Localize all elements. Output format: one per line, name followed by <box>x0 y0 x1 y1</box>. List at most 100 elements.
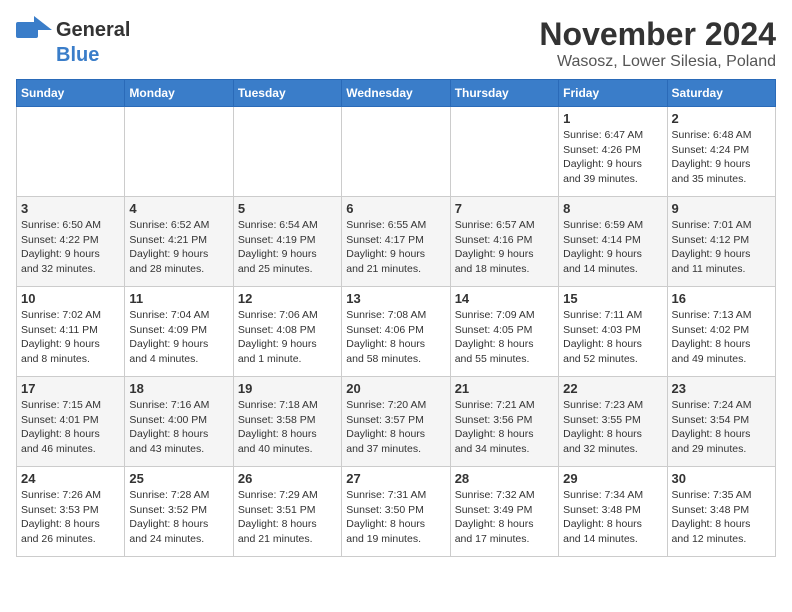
weekday-header-thursday: Thursday <box>450 80 558 107</box>
calendar-body: 1 Sunrise: 6:47 AM Sunset: 4:26 PM Daylig… <box>17 107 776 557</box>
weekday-header-sunday: Sunday <box>17 80 125 107</box>
weekday-header-wednesday: Wednesday <box>342 80 450 107</box>
calendar-cell <box>17 107 125 197</box>
day-info: Sunrise: 7:23 AM Sunset: 3:55 PM Dayligh… <box>563 398 662 457</box>
calendar-cell: 21Sunrise: 7:21 AM Sunset: 3:56 PM Dayli… <box>450 377 558 467</box>
day-number: 10 <box>21 291 120 306</box>
day-info: Sunrise: 6:52 AM Sunset: 4:21 PM Dayligh… <box>129 218 228 277</box>
day-info: Sunrise: 7:11 AM Sunset: 4:03 PM Dayligh… <box>563 308 662 367</box>
day-number: 7 <box>455 201 554 216</box>
day-info: Sunrise: 7:09 AM Sunset: 4:05 PM Dayligh… <box>455 308 554 367</box>
title-area: November 2024 Wasosz, Lower Silesia, Pol… <box>539 16 776 71</box>
calendar-cell: 3Sunrise: 6:50 AM Sunset: 4:22 PM Daylig… <box>17 197 125 287</box>
day-number: 2 <box>672 111 771 126</box>
month-title: November 2024 <box>539 16 776 53</box>
day-info: Sunrise: 7:20 AM Sunset: 3:57 PM Dayligh… <box>346 398 445 457</box>
calendar-cell <box>342 107 450 197</box>
day-info: Sunrise: 6:48 AM Sunset: 4:24 PM Dayligh… <box>672 128 771 187</box>
day-number: 6 <box>346 201 445 216</box>
calendar-cell: 29 Sunrise: 7:34 AM Sunset: 3:48 PM Dayli… <box>559 467 667 557</box>
day-info: Sunrise: 7:29 AM Sunset: 3:51 PM Dayligh… <box>238 488 337 547</box>
calendar-cell: 2 Sunrise: 6:48 AM Sunset: 4:24 PM Daylig… <box>667 107 775 197</box>
day-number: 27 <box>346 471 445 486</box>
calendar-cell <box>233 107 341 197</box>
day-info: Sunrise: 7:04 AM Sunset: 4:09 PM Dayligh… <box>129 308 228 367</box>
header: General Blue November 2024 Wasosz, Lower… <box>16 16 776 71</box>
day-number: 20 <box>346 381 445 396</box>
weekday-header-saturday: Saturday <box>667 80 775 107</box>
day-info: Sunrise: 7:06 AM Sunset: 4:08 PM Dayligh… <box>238 308 337 367</box>
day-info: Sunrise: 7:18 AM Sunset: 3:58 PM Dayligh… <box>238 398 337 457</box>
calendar-cell: 30Sunrise: 7:35 AM Sunset: 3:48 PM Dayli… <box>667 467 775 557</box>
calendar-cell: 27 Sunrise: 7:31 AM Sunset: 3:50 PM Dayli… <box>342 467 450 557</box>
day-info: Sunrise: 7:02 AM Sunset: 4:11 PM Dayligh… <box>21 308 120 367</box>
day-number: 30 <box>672 471 771 486</box>
weekday-header-monday: Monday <box>125 80 233 107</box>
calendar-cell: 6 Sunrise: 6:55 AM Sunset: 4:17 PM Daylig… <box>342 197 450 287</box>
day-info: Sunrise: 7:24 AM Sunset: 3:54 PM Dayligh… <box>672 398 771 457</box>
logo-blue: Blue <box>56 44 99 67</box>
day-number: 4 <box>129 201 228 216</box>
calendar-cell: 24Sunrise: 7:26 AM Sunset: 3:53 PM Dayli… <box>17 467 125 557</box>
logo-icon <box>16 16 52 44</box>
day-number: 26 <box>238 471 337 486</box>
calendar-cell: 1 Sunrise: 6:47 AM Sunset: 4:26 PM Daylig… <box>559 107 667 197</box>
day-info: Sunrise: 7:21 AM Sunset: 3:56 PM Dayligh… <box>455 398 554 457</box>
calendar-cell: 4 Sunrise: 6:52 AM Sunset: 4:21 PM Daylig… <box>125 197 233 287</box>
day-info: Sunrise: 6:59 AM Sunset: 4:14 PM Dayligh… <box>563 218 662 277</box>
calendar-cell: 5 Sunrise: 6:54 AM Sunset: 4:19 PM Daylig… <box>233 197 341 287</box>
calendar-week-0: 1 Sunrise: 6:47 AM Sunset: 4:26 PM Daylig… <box>17 107 776 197</box>
day-info: Sunrise: 7:15 AM Sunset: 4:01 PM Dayligh… <box>21 398 120 457</box>
day-info: Sunrise: 7:08 AM Sunset: 4:06 PM Dayligh… <box>346 308 445 367</box>
day-info: Sunrise: 7:34 AM Sunset: 3:48 PM Dayligh… <box>563 488 662 547</box>
day-number: 11 <box>129 291 228 306</box>
calendar-cell: 14 Sunrise: 7:09 AM Sunset: 4:05 PM Dayli… <box>450 287 558 377</box>
logo-general: General <box>56 19 130 42</box>
calendar-cell <box>450 107 558 197</box>
weekday-header-friday: Friday <box>559 80 667 107</box>
calendar-week-2: 10 Sunrise: 7:02 AM Sunset: 4:11 PM Dayli… <box>17 287 776 377</box>
calendar-week-4: 24Sunrise: 7:26 AM Sunset: 3:53 PM Dayli… <box>17 467 776 557</box>
day-info: Sunrise: 7:26 AM Sunset: 3:53 PM Dayligh… <box>21 488 120 547</box>
calendar-cell: 17 Sunrise: 7:15 AM Sunset: 4:01 PM Dayli… <box>17 377 125 467</box>
day-info: Sunrise: 6:50 AM Sunset: 4:22 PM Dayligh… <box>21 218 120 277</box>
calendar-cell: 28 Sunrise: 7:32 AM Sunset: 3:49 PM Dayli… <box>450 467 558 557</box>
day-number: 18 <box>129 381 228 396</box>
calendar-header: SundayMondayTuesdayWednesdayThursdayFrid… <box>17 80 776 107</box>
day-info: Sunrise: 7:01 AM Sunset: 4:12 PM Dayligh… <box>672 218 771 277</box>
day-info: Sunrise: 6:55 AM Sunset: 4:17 PM Dayligh… <box>346 218 445 277</box>
calendar-cell: 25Sunrise: 7:28 AM Sunset: 3:52 PM Dayli… <box>125 467 233 557</box>
calendar-cell <box>125 107 233 197</box>
calendar: SundayMondayTuesdayWednesdayThursdayFrid… <box>16 79 776 557</box>
day-info: Sunrise: 6:47 AM Sunset: 4:26 PM Dayligh… <box>563 128 662 187</box>
location-subtitle: Wasosz, Lower Silesia, Poland <box>539 53 776 71</box>
day-info: Sunrise: 7:31 AM Sunset: 3:50 PM Dayligh… <box>346 488 445 547</box>
day-number: 12 <box>238 291 337 306</box>
logo: General Blue <box>16 16 130 67</box>
calendar-cell: 26 Sunrise: 7:29 AM Sunset: 3:51 PM Dayli… <box>233 467 341 557</box>
day-number: 25 <box>129 471 228 486</box>
day-number: 22 <box>563 381 662 396</box>
calendar-week-1: 3Sunrise: 6:50 AM Sunset: 4:22 PM Daylig… <box>17 197 776 287</box>
day-number: 29 <box>563 471 662 486</box>
calendar-cell: 22 Sunrise: 7:23 AM Sunset: 3:55 PM Dayli… <box>559 377 667 467</box>
day-number: 23 <box>672 381 771 396</box>
day-number: 14 <box>455 291 554 306</box>
calendar-cell: 13Sunrise: 7:08 AM Sunset: 4:06 PM Dayli… <box>342 287 450 377</box>
calendar-cell: 11 Sunrise: 7:04 AM Sunset: 4:09 PM Dayli… <box>125 287 233 377</box>
day-number: 1 <box>563 111 662 126</box>
calendar-cell: 16Sunrise: 7:13 AM Sunset: 4:02 PM Dayli… <box>667 287 775 377</box>
day-info: Sunrise: 6:54 AM Sunset: 4:19 PM Dayligh… <box>238 218 337 277</box>
day-number: 5 <box>238 201 337 216</box>
calendar-week-3: 17 Sunrise: 7:15 AM Sunset: 4:01 PM Dayli… <box>17 377 776 467</box>
day-info: Sunrise: 7:32 AM Sunset: 3:49 PM Dayligh… <box>455 488 554 547</box>
day-number: 28 <box>455 471 554 486</box>
day-info: Sunrise: 7:16 AM Sunset: 4:00 PM Dayligh… <box>129 398 228 457</box>
day-number: 17 <box>21 381 120 396</box>
day-number: 15 <box>563 291 662 306</box>
weekday-header-tuesday: Tuesday <box>233 80 341 107</box>
calendar-cell: 23 Sunrise: 7:24 AM Sunset: 3:54 PM Dayli… <box>667 377 775 467</box>
calendar-cell: 15 Sunrise: 7:11 AM Sunset: 4:03 PM Dayli… <box>559 287 667 377</box>
calendar-cell: 8Sunrise: 6:59 AM Sunset: 4:14 PM Daylig… <box>559 197 667 287</box>
day-number: 19 <box>238 381 337 396</box>
